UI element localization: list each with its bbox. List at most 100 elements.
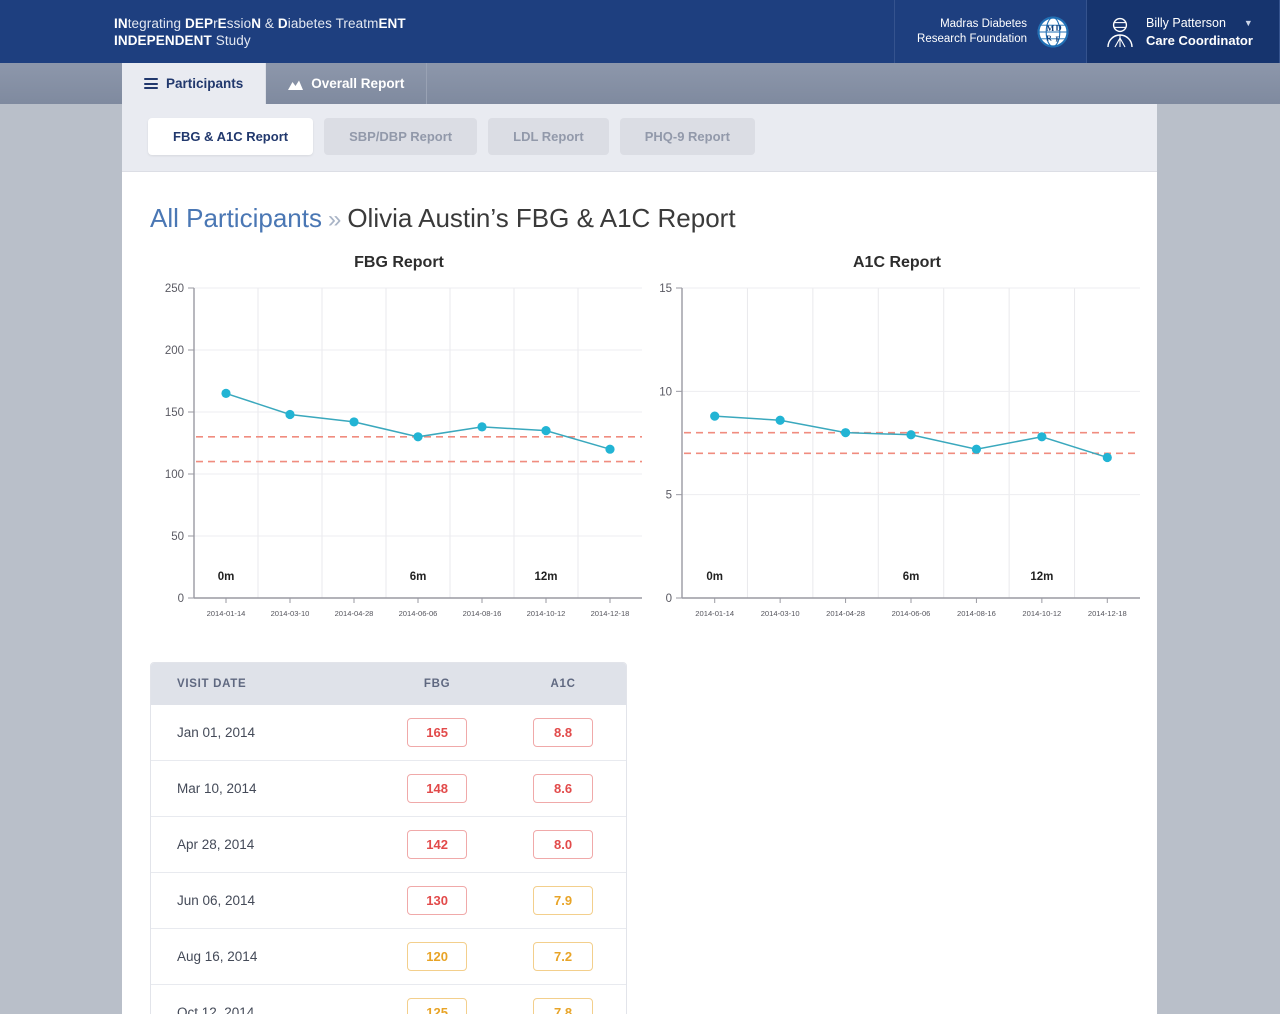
a1c-line-chart: 0 5 10 15 0m 6m 12m 2014-01-14 2014-03-10 2014-04… — [659, 283, 1140, 618]
svg-text:250: 250 — [165, 283, 184, 295]
table-row[interactable]: Oct 12, 2014 125 7.8 — [151, 984, 626, 1014]
measurements-table-card: VISIT DATE FBG A1C Jan 01, 2014 165 8.8 Mar… — [150, 662, 627, 1014]
user-name-label: Billy Patterson — [1146, 15, 1226, 30]
svg-text:2014-01-14: 2014-01-14 — [207, 609, 246, 618]
tab-overall-report-label: Overall Report — [311, 76, 405, 91]
user-avatar-icon — [1105, 16, 1135, 48]
svg-text:2014-12-18: 2014-12-18 — [591, 609, 630, 618]
svg-text:2014-06-06: 2014-06-06 — [892, 609, 931, 618]
svg-text:0m: 0m — [706, 571, 723, 583]
cell-fbg: 125 — [374, 984, 501, 1014]
svg-text:2014-04-28: 2014-04-28 — [826, 609, 865, 618]
user-role-label: Care Coordinator — [1146, 32, 1253, 48]
cell-visit-date: Oct 12, 2014 — [151, 984, 375, 1014]
tab-participants[interactable]: Participants — [122, 63, 267, 104]
table-row[interactable]: Apr 28, 2014 142 8.0 — [151, 816, 626, 873]
svg-text:2014-10-12: 2014-10-12 — [527, 609, 566, 618]
table-row[interactable]: Jan 01, 2014 165 8.8 — [151, 705, 626, 761]
subtab-label: PHQ-9 Report — [644, 129, 730, 144]
a1c-status-badge: 7.8 — [533, 998, 594, 1014]
org-line-1: Madras Diabetes — [940, 17, 1027, 30]
fbg-chart-title: FBG Report — [354, 254, 444, 271]
chevron-down-icon[interactable]: ▼ — [1244, 15, 1253, 32]
subtab-phq9-report[interactable]: PHQ-9 Report — [619, 118, 755, 155]
page-title: Olivia Austin’s FBG & A1C Report — [347, 203, 736, 233]
subtab-label: SBP/DBP Report — [349, 129, 453, 144]
svg-text:M: M — [1046, 23, 1054, 33]
svg-text:150: 150 — [165, 407, 184, 419]
column-header-a1c: A1C — [500, 663, 626, 705]
brand-line-1: INtegrating DEPrEssioN & Diabetes Treatm… — [114, 15, 406, 31]
svg-text:2014-08-16: 2014-08-16 — [463, 609, 502, 618]
cell-fbg: 120 — [374, 928, 501, 985]
fbg-status-badge: 125 — [407, 998, 468, 1014]
user-menu[interactable]: Billy Patterson ▼ Care Coordinator — [1086, 0, 1280, 63]
main-navigation: Participants Overall Report — [0, 63, 1280, 104]
svg-text:D: D — [1056, 22, 1062, 32]
a1c-status-badge: 8.8 — [533, 718, 594, 747]
mdrf-globe-logo-icon: M D R F — [1036, 15, 1070, 49]
cell-fbg: 148 — [374, 760, 501, 817]
svg-text:2014-08-16: 2014-08-16 — [957, 609, 996, 618]
svg-text:12m: 12m — [534, 571, 557, 583]
svg-text:200: 200 — [165, 345, 184, 357]
org-line-2: Research Foundation — [917, 32, 1027, 45]
subtab-label: LDL Report — [513, 129, 584, 144]
breadcrumb-all-participants-link[interactable]: All Participants — [150, 203, 322, 233]
cell-a1c: 8.8 — [500, 705, 626, 761]
charts-row: FBG Report 0 50 100 150 200 250 0m 6m 12m 2014-01… — [150, 254, 1140, 640]
cell-fbg: 165 — [374, 705, 500, 761]
app-brand-title: INtegrating DEPrEssioN & Diabetes Treatm… — [0, 15, 406, 49]
svg-text:2014-04-28: 2014-04-28 — [335, 609, 374, 618]
svg-text:50: 50 — [171, 531, 184, 543]
fbg-status-badge: 142 — [407, 830, 468, 859]
fbg-status-badge: 165 — [407, 718, 468, 747]
svg-text:0: 0 — [178, 593, 184, 605]
breadcrumb-separator: » — [327, 206, 342, 233]
a1c-chart-container: A1C Report 0 5 10 15 0m 6m 12m 2014-01-14 2014-0… — [648, 254, 1146, 640]
cell-visit-date: Mar 10, 2014 — [151, 760, 375, 817]
hamburger-icon — [144, 78, 158, 89]
table-head: VISIT DATE FBG A1C — [151, 663, 626, 705]
tab-overall-report[interactable]: Overall Report — [266, 63, 428, 104]
subtab-fbg-a1c-report[interactable]: FBG & A1C Report — [148, 118, 314, 155]
a1c-status-badge: 7.9 — [533, 886, 594, 915]
cell-a1c: 7.9 — [500, 872, 626, 929]
table-row[interactable]: Jun 06, 2014 130 7.9 — [151, 872, 626, 929]
measurements-table: VISIT DATE FBG A1C Jan 01, 2014 165 8.8 Mar… — [151, 663, 626, 1014]
column-header-visit-date: VISIT DATE — [151, 663, 375, 705]
subtab-ldl-report[interactable]: LDL Report — [488, 118, 609, 155]
svg-text:6m: 6m — [903, 571, 920, 583]
svg-text:2014-01-14: 2014-01-14 — [695, 609, 734, 618]
report-subtab-bar: FBG & A1C Report SBP/DBP Report LDL Repo… — [122, 104, 1157, 172]
fbg-status-badge: 120 — [407, 942, 468, 971]
chart-icon — [288, 78, 304, 90]
fbg-chart-container: FBG Report 0 50 100 150 200 250 0m 6m 12m 2014-01… — [150, 254, 648, 640]
subtab-sbp-dbp-report[interactable]: SBP/DBP Report — [324, 118, 478, 155]
svg-text:2014-03-10: 2014-03-10 — [271, 609, 310, 618]
svg-text:10: 10 — [659, 386, 672, 398]
svg-text:5: 5 — [666, 490, 672, 502]
cell-a1c: 7.8 — [500, 984, 626, 1014]
table-row[interactable]: Mar 10, 2014 148 8.6 — [151, 760, 626, 817]
table-row[interactable]: Aug 16, 2014 120 7.2 — [151, 928, 626, 985]
fbg-status-badge: 148 — [407, 774, 468, 803]
svg-text:F: F — [1056, 34, 1061, 43]
header-right-group: Madras Diabetes Research Foundation M D … — [894, 0, 1280, 63]
svg-text:0: 0 — [666, 593, 672, 605]
svg-text:2014-10-12: 2014-10-12 — [1022, 609, 1061, 618]
subtab-label: FBG & A1C Report — [173, 129, 289, 144]
tab-participants-label: Participants — [166, 76, 244, 91]
cell-fbg: 142 — [374, 816, 501, 873]
column-header-fbg: FBG — [374, 663, 501, 705]
svg-text:2014-03-10: 2014-03-10 — [761, 609, 800, 618]
svg-text:R: R — [1046, 33, 1052, 42]
table-body: Jan 01, 2014 165 8.8 Mar 10, 2014 148 8.6 Apr … — [151, 705, 626, 1014]
breadcrumb: All Participants» Olivia Austin’s FBG & A… — [150, 202, 1129, 236]
svg-text:2014-06-06: 2014-06-06 — [399, 609, 438, 618]
a1c-status-badge: 7.2 — [533, 942, 594, 971]
brand-line-2: INDEPENDENT Study — [114, 32, 251, 48]
cell-visit-date: Apr 28, 2014 — [151, 816, 375, 873]
cell-a1c: 8.0 — [500, 816, 626, 873]
a1c-chart-title: A1C Report — [852, 254, 941, 271]
